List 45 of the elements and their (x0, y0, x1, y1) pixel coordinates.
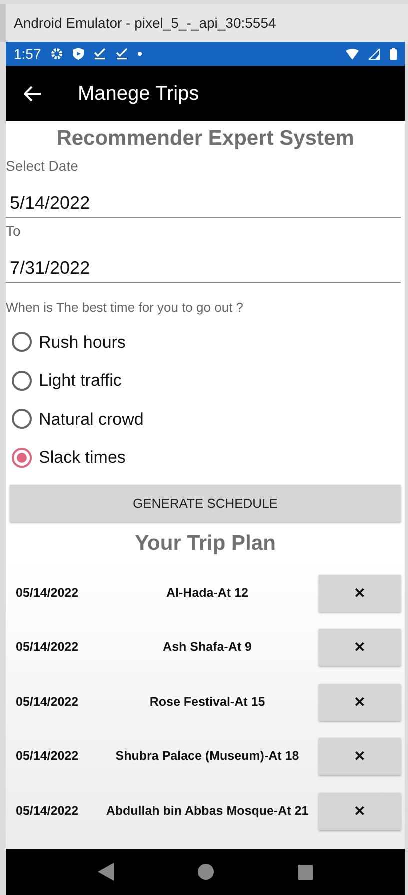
recents-icon[interactable] (298, 864, 313, 880)
page-heading: Recommender Expert System (56, 126, 356, 152)
trip-date: 05/14/2022 (16, 802, 80, 820)
section-title: Your Trip Plan (134, 531, 277, 557)
trip-date: 05/14/2022 (16, 748, 80, 766)
window-title: Android Emulator - pixel_5_-_api_30:5554 (14, 14, 276, 33)
trip-place: Al-Hada-At 12 (166, 584, 250, 602)
download-done-icon (94, 48, 106, 60)
remove-trip-button[interactable]: ✕ (319, 684, 401, 721)
remove-trip-button[interactable]: ✕ (319, 629, 401, 666)
battery-icon (390, 48, 397, 60)
field-label: To (6, 222, 22, 240)
remove-trip-button[interactable]: ✕ (319, 792, 401, 830)
date-field[interactable]: 5/14/2022 (6, 191, 401, 218)
radio-option[interactable]: Rush hours (6, 323, 405, 362)
wifi-icon (346, 48, 359, 60)
radio-unselected[interactable] (12, 409, 32, 430)
date-field[interactable]: 7/31/2022 (6, 256, 401, 283)
back-arrow-icon[interactable] (24, 86, 42, 102)
app-bar-title: Manege Trips (78, 82, 200, 106)
radio-option[interactable]: Natural crowd (6, 400, 405, 438)
generate-schedule-button[interactable]: GENERATE SCHEDULE (10, 485, 401, 522)
remove-trip-button[interactable]: ✕ (319, 574, 401, 612)
dot-icon (138, 52, 142, 56)
trip-place: Shubra Palace (Museum)-At 18 (114, 748, 300, 766)
download-done-icon (116, 48, 128, 60)
trip-date: 05/14/2022 (16, 694, 80, 711)
home-icon[interactable] (198, 864, 214, 880)
radio-unselected[interactable] (12, 332, 32, 352)
status-time: 1:57 (14, 44, 42, 64)
signal-icon (369, 48, 380, 60)
radio-option[interactable]: Slack times (6, 438, 405, 477)
trip-date: 05/14/2022 (16, 639, 80, 656)
shield-icon (73, 48, 84, 60)
trip-date: 05/14/2022 (16, 584, 80, 602)
radio-option[interactable]: Light traffic (6, 362, 405, 400)
trip-place: Rose Festival-At 15 (148, 694, 266, 711)
trip-place: Abdullah bin Abbas Mosque-At 21 (105, 802, 310, 820)
field-label: Select Date (6, 157, 80, 175)
trip-place: Ash Shafa-At 9 (162, 639, 253, 656)
radio-selected[interactable] (12, 448, 32, 468)
back-icon[interactable] (98, 863, 114, 881)
radio-unselected[interactable] (12, 370, 32, 391)
remove-trip-button[interactable]: ✕ (319, 738, 401, 776)
question-text: When is The best time for you to go out ? (6, 299, 244, 317)
